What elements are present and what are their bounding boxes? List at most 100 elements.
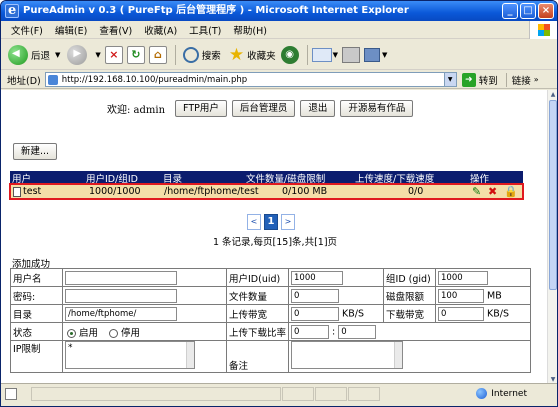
scroll-up-icon[interactable]: ▲	[548, 90, 557, 100]
toolbar: 后退 ▼ ▼ × ↻ ⌂ 搜索 ★ 收藏夹 ◉ ▼ ▼	[1, 40, 557, 70]
back-arrow-icon	[8, 44, 28, 65]
next-page-button[interactable]: >	[281, 214, 295, 230]
refresh-icon[interactable]: ↻	[126, 45, 145, 64]
back-label: 后退	[31, 50, 51, 62]
note-textarea[interactable]	[291, 341, 404, 369]
status-panel	[282, 387, 314, 401]
edit-icon[interactable]: ✎	[472, 185, 481, 198]
zone-label: Internet	[491, 388, 527, 399]
home-icon[interactable]: ⌂	[148, 45, 167, 64]
menu-favorites[interactable]: 收藏(A)	[138, 23, 183, 37]
quota-input[interactable]: 100	[438, 288, 485, 303]
ip-textarea[interactable]: *	[65, 341, 195, 369]
page-status-icon	[5, 388, 17, 400]
status-panel	[348, 387, 380, 401]
window-controls: _ □ ×	[502, 3, 554, 19]
links-chevron-icon[interactable]: »	[534, 75, 539, 84]
quota-unit: MB	[487, 290, 502, 301]
page-icon	[47, 75, 58, 85]
mail-dropdown-icon[interactable]: ▼	[333, 51, 338, 59]
window-dropdown-icon[interactable]: ▼	[382, 51, 387, 59]
form-row: 状态 启用 停用 上传下载比率 0 : 0	[10, 322, 532, 341]
dir-input[interactable]: /home/ftphome/	[65, 306, 177, 321]
maximize-button[interactable]: □	[520, 3, 536, 19]
mail-icon[interactable]	[311, 47, 332, 62]
search-button[interactable]: 搜索	[180, 43, 224, 67]
ratio-label: 上传下载比率	[225, 322, 290, 341]
menu-file[interactable]: 文件(F)	[5, 23, 49, 37]
minimize-button[interactable]: _	[502, 3, 518, 19]
ip-value: *	[68, 343, 73, 353]
table-header: 用户 用户ID/组ID 目录 文件数量/磁盘限制 上传速度/下载速度 操作	[10, 171, 523, 185]
add-user-form: 用户名 用户ID(uid) 1000 组ID (gid) 1000 密码: 文件…	[10, 268, 532, 373]
current-page[interactable]: 1	[264, 214, 278, 230]
window-icon[interactable]	[363, 47, 380, 62]
status-cell: 启用 停用	[62, 322, 227, 341]
menu-edit[interactable]: 编辑(E)	[49, 23, 93, 37]
forward-button[interactable]	[64, 43, 93, 67]
ip-label: IP限制	[10, 340, 63, 373]
lock-icon[interactable]: 🔒	[504, 185, 518, 198]
delete-icon[interactable]: ✖	[488, 185, 497, 198]
note-label: 备注	[225, 340, 290, 373]
links-label[interactable]: 链接	[505, 72, 531, 87]
menu-tools[interactable]: 工具(T)	[183, 23, 227, 37]
table-row[interactable]: test 1000/1000 /home/ftphome/test 0/100 …	[9, 183, 524, 200]
gid-label: 组ID (gid)	[383, 268, 437, 287]
upbw-unit: KB/S	[342, 308, 365, 319]
status-on-label: 启用	[79, 327, 99, 339]
gid-input[interactable]: 1000	[438, 270, 489, 285]
form-row: 密码: 文件数量 0 磁盘限额 100 MB	[10, 286, 532, 305]
window-title: PureAdmin v 0.3 ( PureFtp 后台管理程序 ) - Mic…	[23, 5, 409, 16]
opensource-button[interactable]: 开源易有作品	[340, 100, 414, 117]
form-row: 目录 /home/ftphome/ 上传带宽 0 KB/S 下载带宽 0 KB/…	[10, 304, 532, 323]
ratio-down-input[interactable]: 0	[338, 324, 377, 339]
ratio-separator: :	[332, 326, 336, 337]
downbw-label: 下载带宽	[383, 304, 437, 323]
scroll-thumb[interactable]	[549, 100, 557, 290]
address-input[interactable]: http://192.168.10.100/pureadmin/main.php…	[44, 72, 457, 87]
stop-icon[interactable]: ×	[104, 45, 123, 64]
forward-dropdown-icon[interactable]: ▼	[95, 51, 100, 59]
upbw-input[interactable]: 0	[291, 306, 340, 321]
prev-page-button[interactable]: <	[247, 214, 261, 230]
address-bar: 地址(D) http://192.168.10.100/pureadmin/ma…	[1, 71, 557, 89]
print-icon[interactable]	[341, 46, 360, 63]
ip-cell: *	[62, 340, 227, 373]
favorites-button[interactable]: ★ 收藏夹	[226, 43, 279, 67]
back-button[interactable]: 后退	[5, 43, 53, 67]
ip-scrollbar[interactable]	[186, 342, 194, 368]
vertical-scrollbar[interactable]: ▲ ▼	[547, 90, 557, 385]
dir-label: 目录	[10, 304, 63, 323]
media-icon[interactable]: ◉	[280, 45, 299, 64]
ftp-users-button[interactable]: FTP用户	[175, 100, 227, 117]
address-dropdown-icon[interactable]: ▼	[443, 73, 456, 86]
files-input[interactable]: 0	[291, 288, 340, 303]
ratio-up-input[interactable]: 0	[291, 324, 330, 339]
downbw-input[interactable]: 0	[438, 306, 485, 321]
back-dropdown-icon[interactable]: ▼	[55, 51, 60, 59]
note-scrollbar[interactable]	[394, 342, 403, 368]
admin-button[interactable]: 后台管理员	[231, 100, 296, 117]
menu-help[interactable]: 帮助(H)	[227, 23, 273, 37]
row-quota: 0/100 MB	[282, 186, 328, 197]
windows-logo-icon	[529, 21, 557, 39]
password-input[interactable]	[65, 288, 177, 303]
quota-label: 磁盘限额	[383, 286, 437, 305]
go-button[interactable]: ➜ 转到	[461, 72, 498, 87]
new-user-button[interactable]: 新建...	[13, 143, 58, 160]
status-on-radio[interactable]	[67, 328, 76, 338]
status-panels	[31, 387, 381, 401]
uid-input[interactable]: 1000	[291, 270, 344, 285]
close-button[interactable]: ×	[538, 3, 554, 19]
password-cell	[62, 286, 227, 305]
note-cell	[288, 340, 532, 373]
forward-arrow-icon	[67, 44, 88, 65]
username-input[interactable]	[65, 270, 177, 285]
status-off-radio[interactable]	[109, 328, 119, 338]
star-icon: ★	[228, 44, 245, 65]
form-row: 用户名 用户ID(uid) 1000 组ID (gid) 1000	[10, 268, 532, 287]
row-dir: /home/ftphome/test	[164, 186, 259, 197]
menu-view[interactable]: 查看(V)	[93, 23, 138, 37]
logout-button[interactable]: 退出	[300, 100, 336, 117]
